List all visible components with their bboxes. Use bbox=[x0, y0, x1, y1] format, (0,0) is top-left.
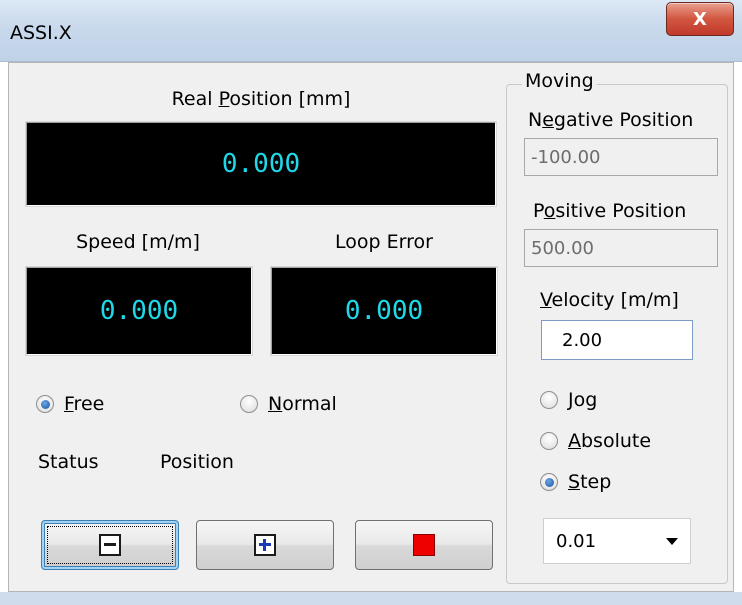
negative-position-value: -100.00 bbox=[531, 147, 600, 168]
minus-box-icon bbox=[99, 534, 121, 556]
negative-position-field[interactable]: -100.00 bbox=[524, 138, 718, 176]
taskbar-strip bbox=[0, 592, 742, 605]
velocity-label: Velocity [m/m] bbox=[540, 289, 679, 311]
step-radio-label: Step bbox=[568, 471, 611, 493]
loop-error-label: Loop Error bbox=[270, 231, 498, 253]
positive-position-field[interactable]: 500.00 bbox=[524, 229, 718, 267]
status-label: Status bbox=[38, 451, 99, 473]
jog-radio-label: Jog bbox=[568, 389, 597, 411]
jog-radio-indicator[interactable] bbox=[540, 391, 558, 409]
real-position-display: 0.000 bbox=[26, 122, 496, 206]
normal-radio[interactable]: Normal bbox=[240, 393, 337, 415]
negative-position-label: Negative Position bbox=[528, 109, 693, 131]
close-icon: X bbox=[693, 9, 707, 30]
real-position-label: Real Position [mm] bbox=[24, 88, 498, 110]
step-size-dropdown[interactable]: 0.01 bbox=[543, 518, 691, 564]
step-radio-indicator[interactable] bbox=[540, 473, 558, 491]
positive-position-value: 500.00 bbox=[531, 238, 594, 259]
free-radio-label: Free bbox=[64, 393, 104, 415]
normal-radio-label: Normal bbox=[268, 393, 337, 415]
real-position-value: 0.000 bbox=[222, 149, 300, 179]
jog-radio[interactable]: Jog bbox=[540, 389, 597, 411]
status-value: Position bbox=[160, 451, 234, 473]
free-radio-indicator[interactable] bbox=[36, 395, 54, 413]
jog-minus-button[interactable] bbox=[41, 520, 179, 570]
absolute-radio-indicator[interactable] bbox=[540, 432, 558, 450]
absolute-radio[interactable]: Absolute bbox=[540, 430, 651, 452]
velocity-input[interactable]: 2.00 bbox=[541, 320, 693, 360]
positive-position-label: Positive Position bbox=[533, 200, 686, 222]
speed-value: 0.000 bbox=[100, 296, 178, 326]
jog-plus-button[interactable] bbox=[196, 520, 334, 570]
title-bar: ASSI.X X bbox=[0, 0, 742, 62]
loop-error-value: 0.000 bbox=[345, 296, 423, 326]
speed-display: 0.000 bbox=[26, 267, 252, 355]
stop-button[interactable] bbox=[355, 520, 493, 570]
free-radio[interactable]: Free bbox=[36, 393, 104, 415]
moving-group-title: Moving bbox=[522, 70, 597, 92]
speed-label: Speed [m/m] bbox=[24, 231, 252, 253]
chevron-down-icon[interactable] bbox=[666, 538, 678, 545]
absolute-radio-label: Absolute bbox=[568, 430, 651, 452]
normal-radio-indicator[interactable] bbox=[240, 395, 258, 413]
close-button[interactable]: X bbox=[666, 2, 734, 36]
velocity-value: 2.00 bbox=[562, 330, 602, 351]
plus-box-icon bbox=[254, 534, 276, 556]
window-title: ASSI.X bbox=[10, 22, 72, 44]
stop-square-icon bbox=[413, 534, 435, 556]
step-size-value: 0.01 bbox=[556, 531, 596, 552]
step-radio[interactable]: Step bbox=[540, 471, 611, 493]
loop-error-display: 0.000 bbox=[271, 267, 497, 355]
